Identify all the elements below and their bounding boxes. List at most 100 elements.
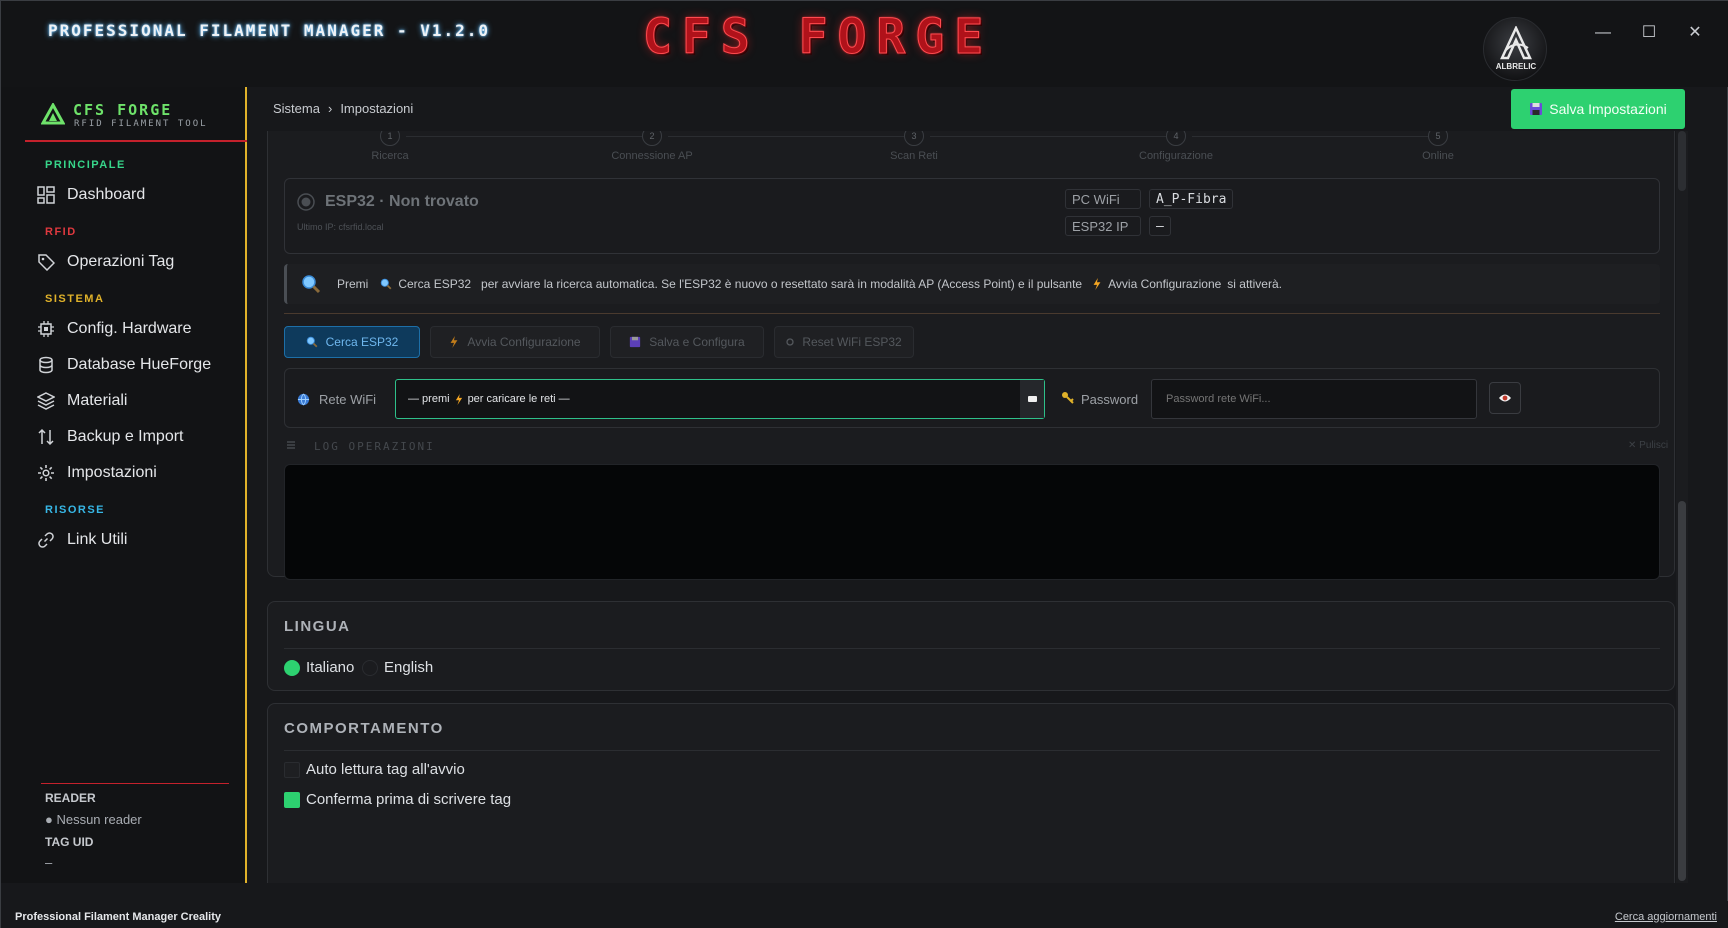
option-auto-lettura[interactable]: Auto lettura tag all'avvio bbox=[306, 761, 465, 778]
minimize-button[interactable]: — bbox=[1593, 23, 1613, 43]
sidebar-item-backup-import[interactable]: Backup e Import bbox=[37, 422, 184, 452]
esp32-ip-value: — bbox=[1149, 216, 1171, 236]
option-conferma-scrittura[interactable]: Conferma prima di scrivere tag bbox=[306, 791, 511, 808]
card-divider bbox=[284, 750, 1660, 751]
sidebar-item-operazioni-tag[interactable]: Operazioni Tag bbox=[37, 247, 174, 277]
log-list-icon bbox=[287, 441, 295, 449]
sidebar-item-label: Link Utili bbox=[67, 531, 128, 548]
info-text: per avviare la ricerca automatica. Se l'… bbox=[481, 277, 1083, 291]
esp32-config-card: 1 Ricerca 2 Connessione AP 3 Scan Reti 4 Con… bbox=[267, 131, 1675, 580]
reader-status: ● Nessun reader bbox=[45, 812, 142, 827]
step-number: 3 bbox=[904, 131, 924, 146]
lightning-icon bbox=[1093, 278, 1101, 290]
section-principale: PRINCIPALE bbox=[45, 159, 126, 171]
app-window: PROFESSIONAL FILAMENT MANAGER - V1.2.0 C… bbox=[0, 0, 1728, 928]
esp32-ip-label: ESP32 IP bbox=[1065, 216, 1141, 236]
check-updates-link[interactable]: Cerca aggiornamenti bbox=[1615, 911, 1717, 923]
info-hint: Premi Cerca ESP32 per avviare la ricerca… bbox=[284, 264, 1660, 304]
salva-configura-button[interactable]: Salva e Configura bbox=[610, 326, 764, 358]
info-premi: Premi bbox=[337, 277, 369, 291]
avatar-logo-icon bbox=[1500, 26, 1532, 60]
checkbox-auto-lettura[interactable] bbox=[284, 762, 300, 778]
tag-uid-value: – bbox=[45, 855, 53, 870]
sidebar-item-label: Config. Hardware bbox=[67, 320, 192, 337]
reset-wifi-button[interactable]: Reset WiFi ESP32 bbox=[774, 326, 914, 358]
breadcrumb-root[interactable]: Sistema bbox=[273, 101, 320, 116]
tag-uid-title: TAG UID bbox=[45, 835, 94, 849]
log-title: LOG OPERAZIONI bbox=[314, 440, 435, 453]
reset-dot-icon bbox=[786, 338, 794, 346]
esp32-last-ip: Ultimo IP: cfsrfid.local bbox=[297, 222, 384, 232]
breadcrumb-current: Impostazioni bbox=[340, 101, 414, 116]
sidebar-item-label: Operazioni Tag bbox=[67, 253, 175, 270]
esp32-status-title: ESP32 · Non trovato bbox=[325, 193, 479, 210]
sidebar-item-link-utili[interactable]: Link Utili bbox=[37, 525, 127, 555]
dashboard-icon bbox=[37, 186, 55, 204]
lightning-icon bbox=[455, 393, 462, 405]
chip-icon bbox=[38, 321, 54, 337]
option-english[interactable]: English bbox=[384, 659, 433, 676]
sidebar-item-config-hardware[interactable]: Config. Hardware bbox=[37, 314, 192, 344]
step-label: Configurazione bbox=[1139, 150, 1213, 162]
reset-wifi-label: Reset WiFi ESP32 bbox=[802, 335, 902, 349]
breadcrumb-separator: › bbox=[327, 101, 333, 116]
sidebar-item-materiali[interactable]: Materiali bbox=[37, 386, 127, 416]
avvia-configurazione-label: Avvia Configurazione bbox=[467, 335, 581, 349]
radio-italiano[interactable] bbox=[284, 660, 300, 676]
magnifier-icon bbox=[302, 275, 321, 294]
pc-wifi-value: A_P-Fibra bbox=[1149, 189, 1234, 209]
step-label: Online bbox=[1422, 150, 1454, 162]
select-placeholder-post: per caricare le reti — bbox=[467, 393, 570, 405]
step-label: Connessione AP bbox=[611, 150, 693, 162]
wifi-password-input[interactable] bbox=[1151, 379, 1477, 419]
close-button[interactable]: ✕ bbox=[1685, 23, 1705, 43]
log-clear-button[interactable]: ✕ Pulisci bbox=[1628, 440, 1668, 451]
sidebar-item-database-hueforge[interactable]: Database HueForge bbox=[37, 350, 211, 380]
sidebar-item-label: Dashboard bbox=[67, 186, 146, 203]
select-arrow-icon[interactable] bbox=[1020, 380, 1044, 418]
globe-icon bbox=[297, 393, 310, 406]
magnifier-icon bbox=[306, 336, 318, 348]
checkbox-conferma-scrittura[interactable] bbox=[284, 792, 300, 808]
sidebar-divider bbox=[25, 140, 247, 142]
lightning-icon bbox=[450, 336, 458, 348]
wifi-network-select[interactable]: — premi per caricare le reti — bbox=[395, 379, 1045, 419]
top-bar: Sistema › Impostazioni Salva Impostazion… bbox=[249, 87, 1689, 131]
wizard-step-1: 1 Ricerca bbox=[330, 131, 450, 162]
avatar[interactable]: ALBRELIC bbox=[1483, 17, 1547, 81]
sidebar-item-impostazioni[interactable]: Impostazioni bbox=[37, 458, 157, 488]
status-app-name: Professional Filament Manager Creality bbox=[15, 911, 222, 923]
save-settings-button[interactable]: Salva Impostazioni bbox=[1511, 89, 1685, 129]
step-number: 4 bbox=[1166, 131, 1186, 146]
log-output bbox=[284, 464, 1660, 580]
eye-icon bbox=[1499, 394, 1511, 402]
app-title: PROFESSIONAL FILAMENT MANAGER - V1.2.0 bbox=[48, 21, 491, 40]
password-label: Password bbox=[1081, 392, 1139, 407]
radio-english[interactable] bbox=[362, 660, 378, 676]
sidebar-item-dashboard[interactable]: Dashboard bbox=[37, 180, 145, 210]
brand-logo: CFS FORGE bbox=[642, 9, 994, 66]
content-scrollbar[interactable] bbox=[1676, 131, 1688, 883]
step-number: 1 bbox=[380, 131, 400, 146]
scrollbar-track-segment bbox=[1678, 131, 1686, 191]
step-label: Scan Reti bbox=[890, 150, 938, 162]
wizard-step-4: 4 Configurazione bbox=[1116, 131, 1236, 162]
status-dot-icon bbox=[297, 193, 315, 211]
title-bar: PROFESSIONAL FILAMENT MANAGER - V1.2.0 C… bbox=[1, 1, 1728, 87]
cerca-esp32-button[interactable]: Cerca ESP32 bbox=[284, 326, 420, 358]
show-password-button[interactable] bbox=[1489, 382, 1521, 414]
wizard-step-3: 3 Scan Reti bbox=[854, 131, 974, 162]
scrollbar-thumb[interactable] bbox=[1678, 501, 1686, 881]
sidebar-item-label: Impostazioni bbox=[67, 464, 157, 481]
link-icon bbox=[38, 532, 54, 548]
step-number: 5 bbox=[1428, 131, 1448, 146]
sidebar-item-label: Backup e Import bbox=[67, 428, 184, 445]
option-italiano[interactable]: Italiano bbox=[306, 659, 354, 676]
save-settings-label: Salva Impostazioni bbox=[1549, 101, 1667, 117]
sidebar-item-label: Database HueForge bbox=[67, 356, 212, 373]
wizard-step-2: 2 Connessione AP bbox=[592, 131, 712, 162]
reader-title: READER bbox=[45, 791, 96, 805]
maximize-button[interactable]: ☐ bbox=[1639, 23, 1659, 43]
esp32-status-box: ESP32 · Non trovato Ultimo IP: cfsrfid.l… bbox=[284, 178, 1660, 254]
avvia-configurazione-button[interactable]: Avvia Configurazione bbox=[430, 326, 600, 358]
